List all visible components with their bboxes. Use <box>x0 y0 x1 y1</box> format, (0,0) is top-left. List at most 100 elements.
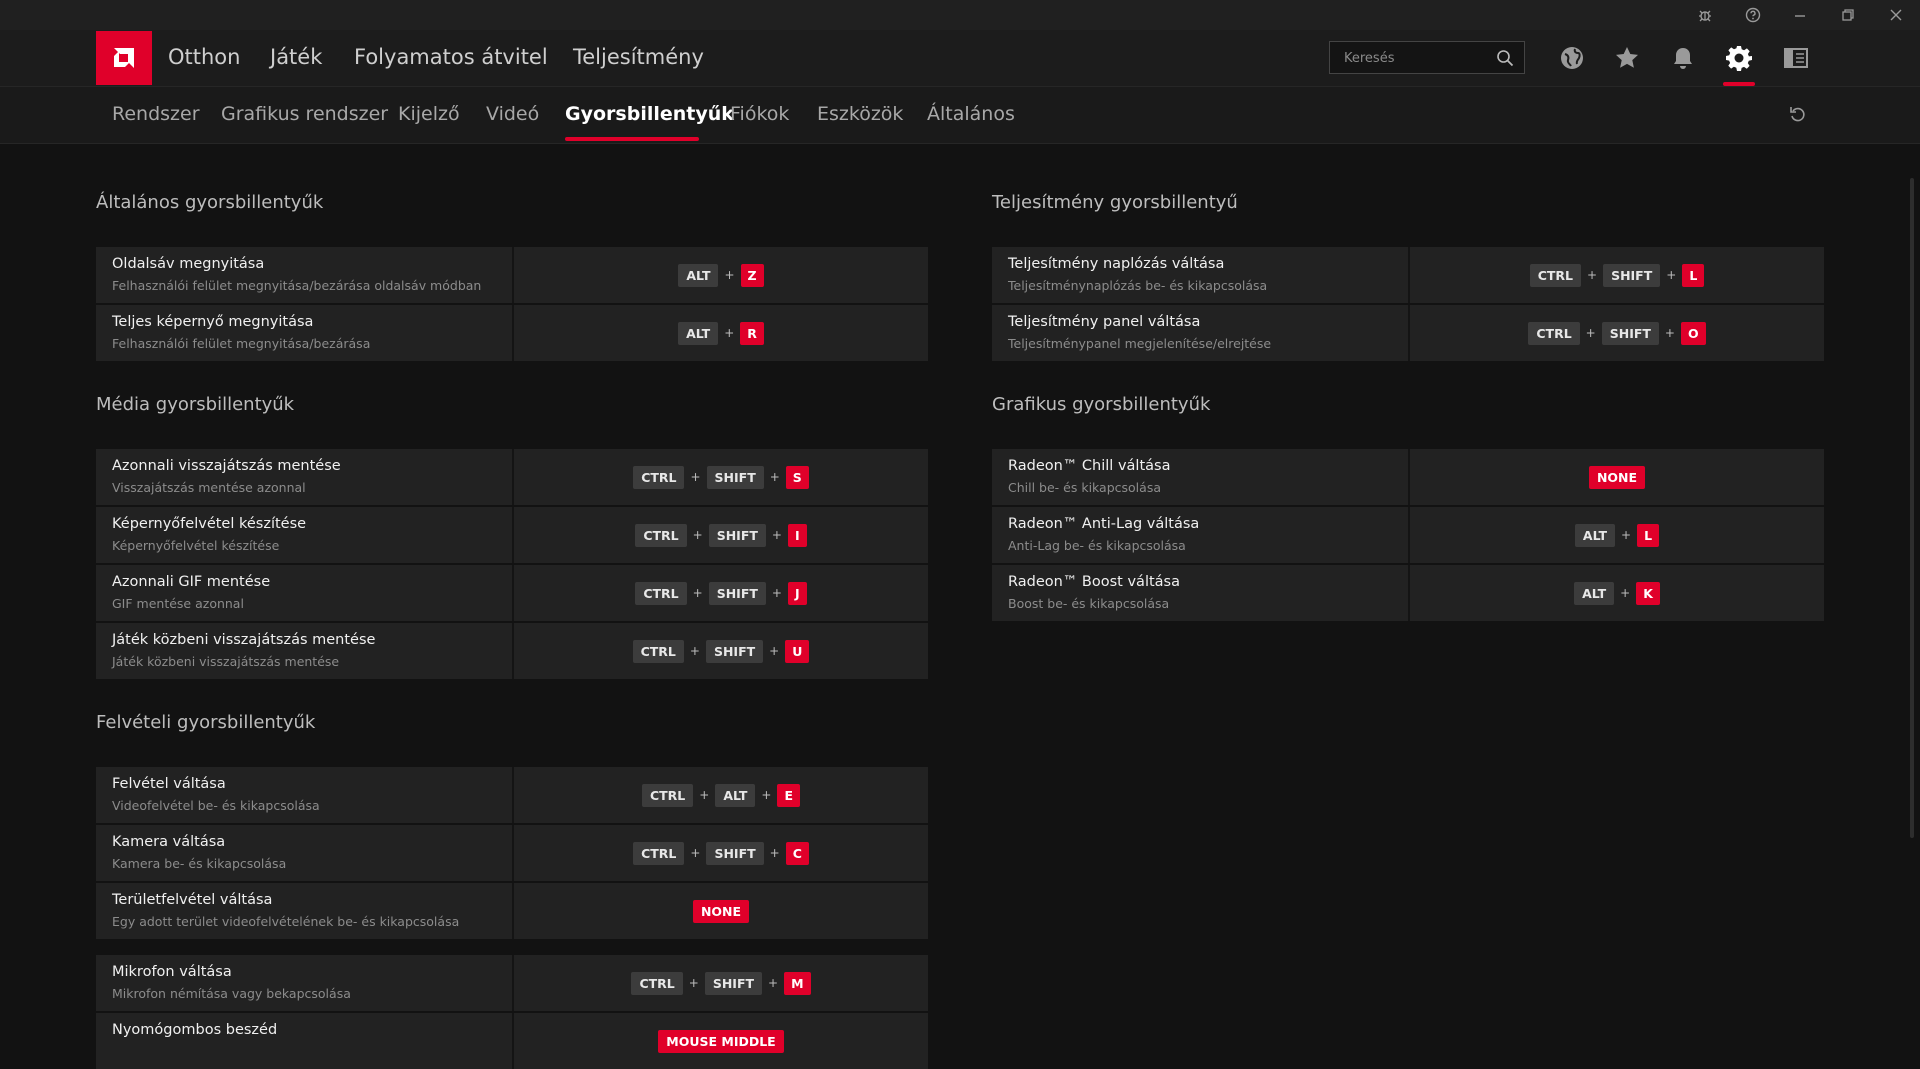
scrollbar[interactable] <box>1910 178 1914 838</box>
shortcut-title: Területfelvétel váltása <box>112 892 273 908</box>
shortcut-description-cell: Felvétel váltása Videofelvétel be- és kik… <box>96 767 514 823</box>
search-box <box>1329 41 1525 75</box>
shortcut-row[interactable]: Mikrofon váltása Mikrofon némítása vagy b… <box>96 955 928 1011</box>
shortcut-row[interactable]: Teljes képernyő megnyitása Felhasználói f… <box>96 305 928 361</box>
shortcut-row[interactable]: Képernyőfelvétel készítése Képernyőfelvét… <box>96 507 928 563</box>
shortcut-keys[interactable]: CTRL + SHIFT + J <box>514 565 928 621</box>
shortcut-keys[interactable]: CTRL + SHIFT + S <box>514 449 928 505</box>
shortcut-row[interactable]: Nyomógombos beszéd MOUSE MIDDLE <box>96 1013 928 1069</box>
star-icon[interactable] <box>1613 44 1641 72</box>
plus-separator: + <box>688 976 699 990</box>
nav-teljesitmeny[interactable]: Teljesítmény <box>573 45 704 69</box>
bell-icon[interactable] <box>1669 44 1697 72</box>
shortcut-description: Anti-Lag be- és kikapcsolása <box>1008 538 1186 553</box>
gear-icon[interactable] <box>1725 44 1753 72</box>
plus-separator: + <box>769 644 780 658</box>
shortcut-row[interactable]: Azonnali GIF mentése GIF mentése azonnal C… <box>96 565 928 621</box>
shortcut-keys[interactable]: ALT + R <box>514 305 928 361</box>
tab-kijelzo[interactable]: Kijelző <box>398 103 460 125</box>
nav-jatek[interactable]: Játék <box>270 45 322 69</box>
shortcut-keys[interactable]: ALT + L <box>1410 507 1824 563</box>
shortcut-keys[interactable]: CTRL + SHIFT + L <box>1410 247 1824 303</box>
shortcut-description-cell: Oldalsáv megnyitása Felhasználói felület … <box>96 247 514 303</box>
section-media-title: Média gyorsbillentyűk <box>96 394 295 415</box>
bug-icon[interactable] <box>1685 0 1725 30</box>
shortcut-keys[interactable]: CTRL + SHIFT + U <box>514 623 928 679</box>
shortcut-row[interactable]: Játék közbeni visszajátszás mentése Játék… <box>96 623 928 679</box>
shortcut-description: Teljesítménynaplózás be- és kikapcsolása <box>1008 278 1268 293</box>
key-badge: L <box>1682 263 1705 287</box>
shortcut-keys[interactable]: CTRL + SHIFT + C <box>514 825 928 881</box>
key-badge: ALT <box>1574 581 1615 605</box>
tab-eszkozok[interactable]: Eszközök <box>817 103 903 125</box>
shortcut-description: Kamera be- és kikapcsolása <box>112 856 287 871</box>
shortcut-title: Nyomógombos beszéd <box>112 1022 278 1038</box>
shortcut-keys[interactable]: ALT + K <box>1410 565 1824 621</box>
plus-separator: + <box>690 846 701 860</box>
key-badge: CTRL <box>1528 321 1580 345</box>
shortcut-description-cell: Nyomógombos beszéd <box>96 1013 514 1069</box>
shortcut-description: GIF mentése azonnal <box>112 596 244 611</box>
plus-separator: + <box>1666 268 1677 282</box>
shortcut-keys[interactable]: CTRL + SHIFT + M <box>514 955 928 1011</box>
shortcut-description: Teljesítménypanel megjelenítése/elrejtés… <box>1008 336 1272 351</box>
globe-icon[interactable] <box>1558 44 1586 72</box>
help-icon[interactable] <box>1733 0 1773 30</box>
tab-rendszer[interactable]: Rendszer <box>112 103 200 125</box>
restore-icon[interactable] <box>1828 0 1868 30</box>
shortcut-description: Felhasználói felület megnyitása/bezárása <box>112 336 371 351</box>
plus-separator: + <box>692 586 703 600</box>
key-badge: Z <box>740 263 764 287</box>
shortcut-row[interactable]: Felvétel váltása Videofelvétel be- és kik… <box>96 767 928 823</box>
shortcut-row[interactable]: Radeon™ Chill váltása Chill be- és kikapc… <box>992 449 1824 505</box>
shortcut-row[interactable]: Kamera váltása Kamera be- és kikapcsolása… <box>96 825 928 881</box>
tab-gyorsbillentyuk[interactable]: Gyorsbillentyűk <box>565 103 734 125</box>
shortcut-keys[interactable]: CTRL + SHIFT + I <box>514 507 928 563</box>
close-icon[interactable] <box>1876 0 1916 30</box>
shortcut-row[interactable]: Teljesítmény panel váltása Teljesítménypa… <box>992 305 1824 361</box>
tab-video[interactable]: Videó <box>486 103 539 125</box>
tab-altalanos[interactable]: Általános <box>927 103 1015 125</box>
amd-logo[interactable] <box>96 31 152 85</box>
tab-fiokok[interactable]: Fiókok <box>730 103 789 125</box>
search-input[interactable] <box>1330 42 1506 75</box>
key-badge: SHIFT <box>1601 321 1659 345</box>
shortcut-description-cell: Radeon™ Chill váltása Chill be- és kikapc… <box>992 449 1410 505</box>
key-badge: E <box>777 783 801 807</box>
plus-separator: + <box>769 846 780 860</box>
nav-otthon[interactable]: Otthon <box>168 45 240 69</box>
tab-grafikus-rendszer[interactable]: Grafikus rendszer <box>221 103 388 125</box>
shortcut-row[interactable]: Radeon™ Anti-Lag váltása Anti-Lag be- és … <box>992 507 1824 563</box>
shortcut-title: Képernyőfelvétel készítése <box>112 516 307 532</box>
shortcut-row[interactable]: Radeon™ Boost váltása Boost be- és kikapc… <box>992 565 1824 621</box>
shortcut-row[interactable]: Azonnali visszajátszás mentése Visszajáts… <box>96 449 928 505</box>
shortcut-row[interactable]: Teljesítmény naplózás váltása Teljesítmén… <box>992 247 1824 303</box>
shortcut-keys[interactable]: CTRL + SHIFT + O <box>1410 305 1824 361</box>
shortcut-row[interactable]: Oldalsáv megnyitása Felhasználói felület … <box>96 247 928 303</box>
shortcut-title: Azonnali visszajátszás mentése <box>112 458 341 474</box>
key-badge: CTRL <box>631 971 683 995</box>
shortcut-keys[interactable]: MOUSE MIDDLE <box>514 1013 928 1069</box>
nav-folyamatos-atvitel[interactable]: Folyamatos átvitel <box>354 45 548 69</box>
shortcut-keys[interactable]: CTRL + ALT + E <box>514 767 928 823</box>
shortcut-keys[interactable]: ALT + Z <box>514 247 928 303</box>
plus-separator: + <box>769 470 780 484</box>
key-badge: L <box>1637 523 1660 547</box>
sidebar-icon[interactable] <box>1782 44 1810 72</box>
plus-separator: + <box>761 788 772 802</box>
shortcut-description: Visszajátszás mentése azonnal <box>112 480 306 495</box>
plus-separator: + <box>1585 326 1596 340</box>
minimize-icon[interactable] <box>1780 0 1820 30</box>
search-icon[interactable] <box>1496 49 1514 71</box>
plus-separator: + <box>1664 326 1675 340</box>
shortcut-row[interactable]: Területfelvétel váltása Egy adott terület… <box>96 883 928 939</box>
section-performance-title: Teljesítmény gyorsbillentyű <box>992 192 1238 213</box>
key-badge: SHIFT <box>708 581 766 605</box>
reset-icon[interactable] <box>1784 101 1812 129</box>
shortcut-keys[interactable]: NONE <box>514 883 928 939</box>
shortcut-description-cell: Játék közbeni visszajátszás mentése Játék… <box>96 623 514 679</box>
shortcut-description-cell: Képernyőfelvétel készítése Képernyőfelvét… <box>96 507 514 563</box>
key-badge: R <box>740 321 764 345</box>
plus-separator: + <box>724 268 735 282</box>
shortcut-keys[interactable]: NONE <box>1410 449 1824 505</box>
